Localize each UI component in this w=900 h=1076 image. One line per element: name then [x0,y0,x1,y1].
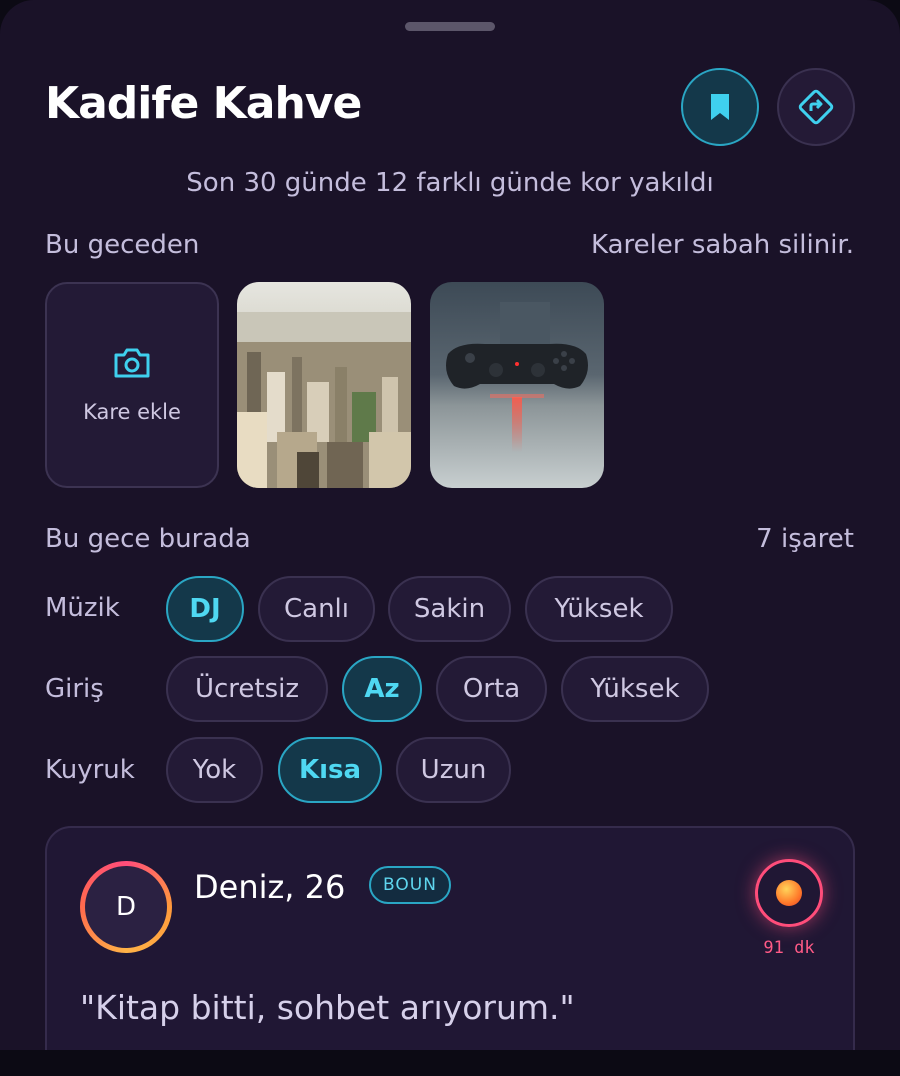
directions-button[interactable] [777,68,855,146]
chip-entry-free[interactable]: Ücretsiz [166,656,328,722]
add-photo-button[interactable]: Kare ekle [45,282,219,488]
chip-queue-none[interactable]: Yok [166,737,263,803]
ember-stats: Son 30 günde 12 farklı günde kor yakıldı [186,168,714,198]
chip-music-live[interactable]: Canlı [258,576,375,642]
profile-quote: "Kitap bitti, sohbet arıyorum." [80,988,575,1027]
photos-section-title: Bu geceden [45,230,200,260]
directions-icon [798,89,834,125]
chip-music-loud[interactable]: Yüksek [525,576,673,642]
profile-card[interactable]: D Deniz, 26 BOUN 91 dk "Kitap bitti, soh… [45,826,855,1050]
tonight-section-title: Bu gece burada [45,524,251,554]
bookmark-button[interactable] [681,68,759,146]
filter-label-music: Müzik [45,593,120,623]
venue-sheet: Kadife Kahve Son 30 günde 12 farklı günd… [0,0,900,1050]
ember-dot-icon [776,880,802,906]
bookmark-icon [711,94,729,120]
photos-expiry-note: Kareler sabah silinir. [591,230,854,260]
sheet-grabber[interactable] [405,22,495,31]
filter-label-entry: Giriş [45,674,104,704]
chip-music-dj[interactable]: DJ [166,576,244,642]
school-badge: BOUN [369,866,451,904]
signal-count: 7 işaret [756,524,854,554]
avatar[interactable]: D [85,866,167,948]
chip-entry-mid[interactable]: Orta [436,656,547,722]
chip-music-calm[interactable]: Sakin [388,576,511,642]
camera-icon [114,348,150,378]
timer-text: 91 dk [763,938,815,958]
photo-thumbnail-city[interactable] [237,282,411,488]
chip-queue-long[interactable]: Uzun [396,737,511,803]
avatar-ring: D [80,861,172,953]
venue-title: Kadife Kahve [45,78,362,129]
chip-queue-short[interactable]: Kısa [278,737,382,803]
filter-label-queue: Kuyruk [45,755,135,785]
profile-name: Deniz, 26 [194,868,346,906]
chip-entry-high[interactable]: Yüksek [561,656,709,722]
chip-entry-low[interactable]: Az [342,656,422,722]
bottom-background [0,1050,900,1076]
ember-timer-icon [755,859,823,927]
add-photo-label: Kare ekle [83,400,181,424]
photo-thumbnail-controller[interactable] [430,282,604,488]
